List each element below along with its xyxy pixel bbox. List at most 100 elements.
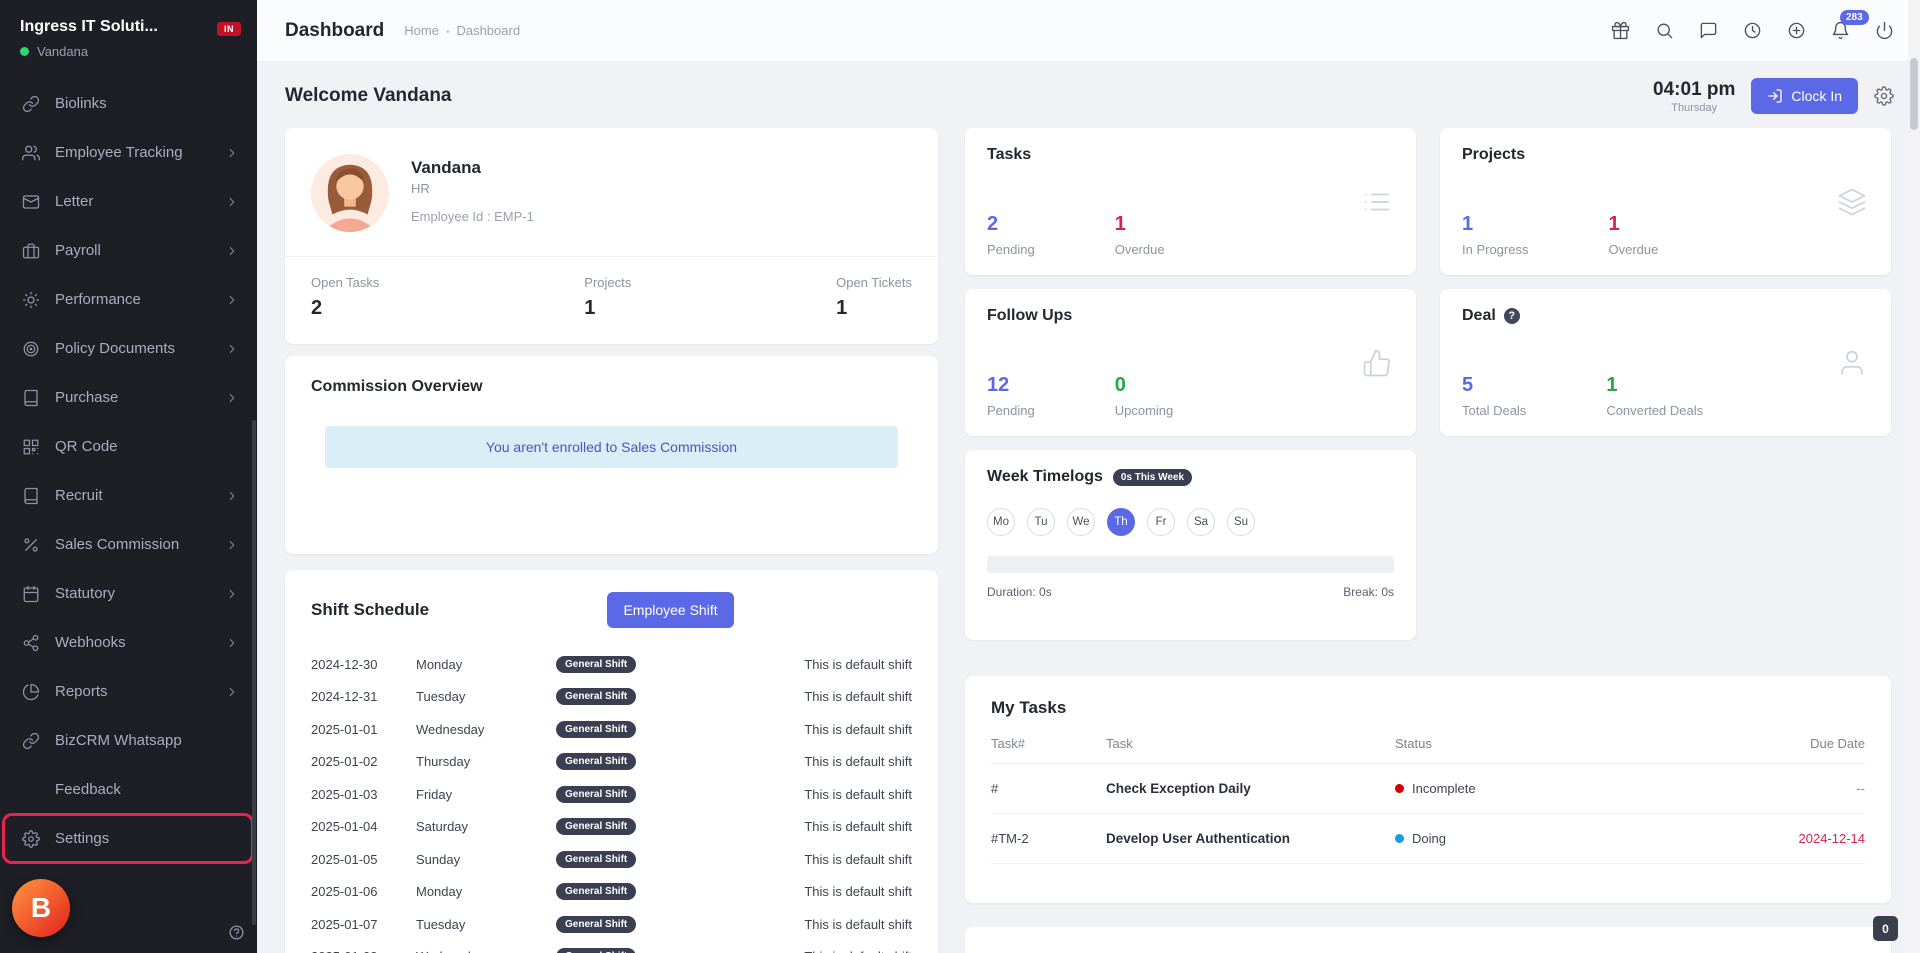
shift-row[interactable]: 2024-12-30MondayGeneral ShiftThis is def… xyxy=(311,648,912,681)
sidebar-item-payroll[interactable]: Payroll xyxy=(0,226,257,275)
day-pill-su[interactable]: Su xyxy=(1227,508,1255,536)
task-due-date: -- xyxy=(1735,781,1865,796)
book-icon xyxy=(22,389,40,407)
list-icon xyxy=(1362,187,1392,217)
task-status: Doing xyxy=(1395,831,1735,846)
shift-row[interactable]: 2025-01-02ThursdayGeneral ShiftThis is d… xyxy=(311,746,912,779)
stat-item-overdue: 1Overdue xyxy=(1608,213,1658,257)
topbar: Dashboard Home Dashboard 283 xyxy=(257,0,1920,62)
stat-value: 1 xyxy=(1115,213,1165,236)
gift-icon[interactable] xyxy=(1611,21,1630,40)
page-scrollbar[interactable] xyxy=(1908,0,1920,953)
stat-card-title: Tasks xyxy=(987,146,1031,164)
sidebar-item-settings[interactable]: Settings xyxy=(0,814,257,863)
shift-row[interactable]: 2025-01-06MondayGeneral ShiftThis is def… xyxy=(311,876,912,909)
status-text: Incomplete xyxy=(1412,781,1476,796)
sidebar-item-label: Feedback xyxy=(55,781,121,798)
shift-row[interactable]: 2025-01-07TuesdayGeneral ShiftThis is de… xyxy=(311,908,912,941)
search-icon[interactable] xyxy=(1655,21,1674,40)
shift-row[interactable]: 2024-12-31TuesdayGeneral ShiftThis is de… xyxy=(311,681,912,714)
clock-in-button[interactable]: Clock In xyxy=(1751,78,1858,114)
stat-label: Overdue xyxy=(1115,242,1165,257)
plus-icon[interactable] xyxy=(1787,21,1806,40)
task-title[interactable]: Develop User Authentication xyxy=(1106,831,1395,846)
sidebar-item-statutory[interactable]: Statutory xyxy=(0,569,257,618)
sidebar-item-qr-code[interactable]: QR Code xyxy=(0,422,257,471)
sidebar-item-label: Letter xyxy=(55,193,93,210)
column-task: Task# xyxy=(991,736,1106,751)
app-logo-letter: B xyxy=(31,892,51,924)
shift-row[interactable]: 2025-01-03FridayGeneral ShiftThis is def… xyxy=(311,778,912,811)
stat-item-in-progress: 1In Progress xyxy=(1462,213,1528,257)
shift-row[interactable]: 2025-01-01WednesdayGeneral ShiftThis is … xyxy=(311,713,912,746)
sidebar-item-biolinks[interactable]: Biolinks xyxy=(0,79,257,128)
stat-value: 5 xyxy=(1462,374,1526,397)
welcome-actions: 04:01 pm Thursday Clock In xyxy=(1653,78,1894,114)
chevron-right-icon xyxy=(225,636,239,650)
sidebar-item-recruit[interactable]: Recruit xyxy=(0,471,257,520)
task-row[interactable]: #TM-2Develop User AuthenticationDoing202… xyxy=(991,814,1865,864)
stat-value: 1 xyxy=(1608,213,1658,236)
sidebar-item-sales-commission[interactable]: Sales Commission xyxy=(0,520,257,569)
sidebar-item-letter[interactable]: Letter xyxy=(0,177,257,226)
app-logo[interactable]: B xyxy=(12,879,70,937)
help-icon[interactable] xyxy=(228,924,245,941)
sidebar-item-performance[interactable]: Performance xyxy=(0,275,257,324)
day-pill-fr[interactable]: Fr xyxy=(1147,508,1175,536)
status-dot xyxy=(1395,834,1404,843)
page-title: Dashboard xyxy=(285,20,384,42)
note-icon[interactable] xyxy=(1699,21,1718,40)
power-icon[interactable] xyxy=(1875,21,1894,40)
shift-row[interactable]: 2025-01-05SundayGeneral ShiftThis is def… xyxy=(311,843,912,876)
bell-icon[interactable]: 283 xyxy=(1831,21,1850,40)
chevron-right-icon xyxy=(225,293,239,307)
company-name[interactable]: Ingress IT Soluti... xyxy=(20,18,190,36)
clock-icon[interactable] xyxy=(1743,21,1762,40)
shift-badge: General Shift xyxy=(556,818,636,835)
day-pill-we[interactable]: We xyxy=(1067,508,1095,536)
sidebar-item-employee-tracking[interactable]: Employee Tracking xyxy=(0,128,257,177)
day-pill-sa[interactable]: Sa xyxy=(1187,508,1215,536)
column-task: Task xyxy=(1106,736,1395,751)
layers-icon xyxy=(1837,187,1867,217)
stat-label: Pending xyxy=(987,403,1035,418)
shift-badge: General Shift xyxy=(556,883,636,900)
shift-table: 2024-12-30MondayGeneral ShiftThis is def… xyxy=(311,648,912,953)
shift-note: This is default shift xyxy=(752,819,912,834)
sidebar-scrollbar[interactable] xyxy=(252,420,256,925)
shift-row[interactable]: 2025-01-08WednesdayGeneral ShiftThis is … xyxy=(311,941,912,953)
sidebar-item-label: Employee Tracking xyxy=(55,144,183,161)
sidebar-item-webhooks[interactable]: Webhooks xyxy=(0,618,257,667)
chevron-right-icon xyxy=(225,538,239,552)
deal-help-icon[interactable] xyxy=(1504,308,1520,324)
shift-day: Saturday xyxy=(416,819,556,834)
briefcase-icon xyxy=(22,242,40,260)
sidebar-item-purchase[interactable]: Purchase xyxy=(0,373,257,422)
day-pill-tu[interactable]: Tu xyxy=(1027,508,1055,536)
task-row[interactable]: #Check Exception DailyIncomplete-- xyxy=(991,764,1865,814)
day-pill-mo[interactable]: Mo xyxy=(987,508,1015,536)
day-pill-th[interactable]: Th xyxy=(1107,508,1135,536)
dashboard-settings-gear-icon[interactable] xyxy=(1874,86,1894,106)
breadcrumb-home[interactable]: Home xyxy=(404,23,439,38)
link-icon xyxy=(22,95,40,113)
task-title[interactable]: Check Exception Daily xyxy=(1106,781,1395,796)
page-scrollbar-thumb[interactable] xyxy=(1910,58,1918,130)
chevron-right-icon xyxy=(225,146,239,160)
employee-shift-button[interactable]: Employee Shift xyxy=(607,592,733,628)
shift-date: 2025-01-07 xyxy=(311,917,416,932)
shift-day: Tuesday xyxy=(416,689,556,704)
my-tasks-title: My Tasks xyxy=(991,698,1865,718)
sun-icon xyxy=(22,291,40,309)
widget-counter[interactable]: 0 xyxy=(1873,916,1898,941)
chevron-right-icon xyxy=(225,244,239,258)
shift-row[interactable]: 2025-01-04SaturdayGeneral ShiftThis is d… xyxy=(311,811,912,844)
sidebar-item-bizcrm-whatsapp[interactable]: BizCRM Whatsapp xyxy=(0,716,257,765)
shift-badge: General Shift xyxy=(556,948,636,953)
sidebar-item-feedback[interactable]: Feedback xyxy=(0,765,257,814)
employee-shift-label: Employee Shift xyxy=(623,602,717,618)
sidebar-item-policy-documents[interactable]: Policy Documents xyxy=(0,324,257,373)
shift-day: Thursday xyxy=(416,754,556,769)
stat-label: Upcoming xyxy=(1115,403,1174,418)
sidebar-item-reports[interactable]: Reports xyxy=(0,667,257,716)
